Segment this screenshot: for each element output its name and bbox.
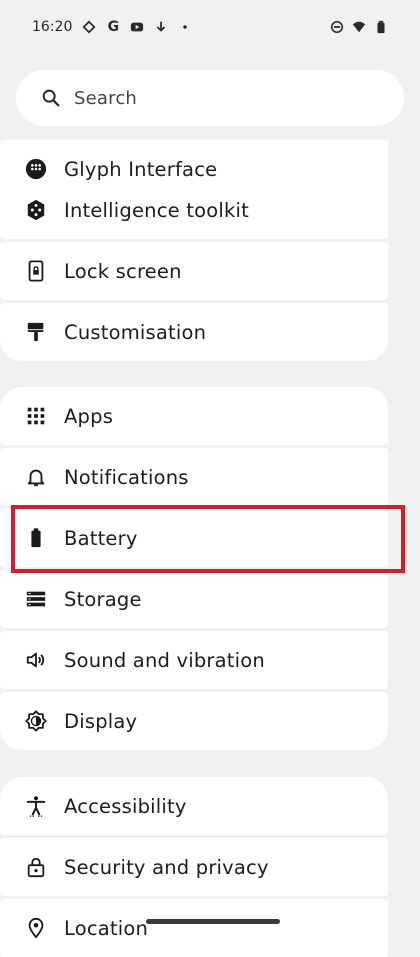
settings-item-label: Lock screen xyxy=(64,259,182,283)
settings-item-location[interactable]: Location xyxy=(0,899,388,957)
settings-item-label: Sound and vibration xyxy=(64,648,265,672)
app-icon xyxy=(82,20,96,34)
location-pin-icon xyxy=(24,916,48,940)
status-time: 16:20 xyxy=(32,19,73,35)
apps-grid-icon xyxy=(24,404,48,428)
settings-item-battery[interactable]: Battery xyxy=(0,509,388,567)
settings-item-label: Accessibility xyxy=(64,794,187,818)
status-left: 16:20 G xyxy=(32,19,192,35)
youtube-icon xyxy=(130,20,144,34)
battery-icon xyxy=(24,526,48,550)
bell-icon xyxy=(24,465,48,489)
search-icon xyxy=(40,87,62,109)
settings-item-sound-and-vibration[interactable]: Sound and vibration xyxy=(0,631,388,689)
status-right xyxy=(330,20,388,34)
search-placeholder: Search xyxy=(74,87,138,109)
settings-item-label: Intelligence toolkit xyxy=(64,198,249,222)
settings-item-label: Storage xyxy=(64,587,142,611)
settings-item-label: Apps xyxy=(64,404,114,428)
settings-item-notifications[interactable]: Notifications xyxy=(0,448,388,506)
settings-item-display[interactable]: Display xyxy=(0,692,388,750)
intelligence-icon xyxy=(24,198,48,222)
settings-item-apps[interactable]: Apps xyxy=(0,387,388,445)
search-bar[interactable]: Search xyxy=(16,70,404,126)
settings-item-label: Display xyxy=(64,709,138,733)
settings-item-customisation[interactable]: Customisation xyxy=(0,303,388,361)
settings-item-label: Customisation xyxy=(64,320,207,344)
wifi-icon xyxy=(352,20,366,34)
status-bar: 16:20 G xyxy=(0,0,420,54)
settings-item-label: Location xyxy=(64,916,149,940)
lock-icon xyxy=(24,855,48,879)
home-indicator[interactable] xyxy=(146,919,280,924)
settings-item-label: Security and privacy xyxy=(64,855,269,879)
settings-item-accessibility[interactable]: Accessibility xyxy=(0,777,388,835)
google-icon: G xyxy=(107,19,120,35)
settings-item-lock-screen[interactable]: Lock screen xyxy=(0,242,388,300)
settings-item-label: Battery xyxy=(64,526,138,550)
settings-item-intelligence-toolkit[interactable]: Intelligence toolkit xyxy=(0,181,388,239)
dot-icon xyxy=(178,20,192,34)
settings-item-label: Glyph Interface xyxy=(64,157,218,181)
settings-item-security-and-privacy[interactable]: Security and privacy xyxy=(0,838,388,896)
do-not-disturb-icon xyxy=(330,20,344,34)
speaker-icon xyxy=(24,648,48,672)
battery-icon xyxy=(374,20,388,34)
accessibility-icon xyxy=(24,794,48,818)
download-icon xyxy=(154,20,168,34)
lock-screen-icon xyxy=(24,259,48,283)
settings-item-storage[interactable]: Storage xyxy=(0,570,388,628)
glyph-icon xyxy=(24,157,48,181)
paint-roller-icon xyxy=(24,320,48,344)
settings-item-label: Notifications xyxy=(64,465,189,489)
brightness-icon xyxy=(24,709,48,733)
storage-icon xyxy=(24,587,48,611)
